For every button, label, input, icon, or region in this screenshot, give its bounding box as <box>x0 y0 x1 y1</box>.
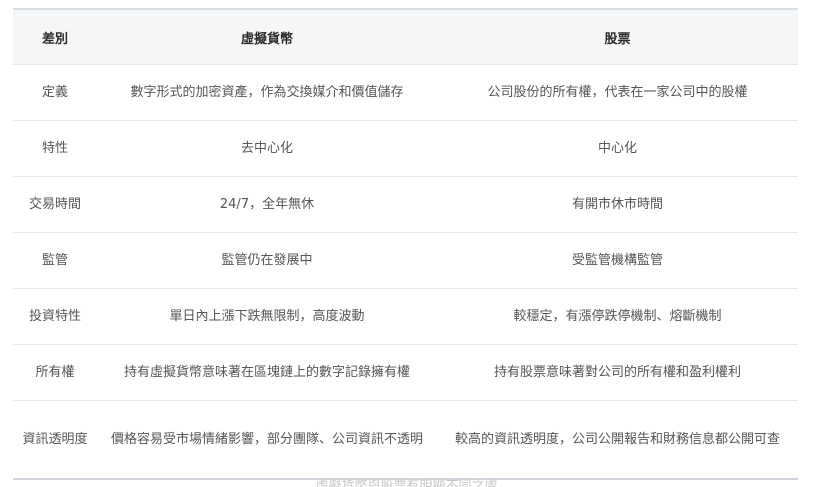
crypto-cell: 數字形式的加密資產，作為交換媒介和價值儲存 <box>97 64 437 121</box>
row-label: 投資特性 <box>13 288 97 345</box>
row-label: 交易時間 <box>13 176 97 233</box>
row-label: 資訊透明度 <box>13 400 97 480</box>
row-label: 定義 <box>13 64 97 121</box>
crypto-cell: 監管仍在發展中 <box>97 232 437 289</box>
header-crypto: 虛擬貨幣 <box>97 8 437 65</box>
table-row: 定義 數字形式的加密資產，作為交換媒介和價值儲存 公司股份的所有權，代表在一家公… <box>13 64 798 121</box>
stock-cell: 中心化 <box>437 120 798 177</box>
row-label: 監管 <box>13 232 97 289</box>
stock-cell: 有開市休市時間 <box>437 176 798 233</box>
table-caption: 虛擬貨幣與股票有明顯不同之處 <box>315 479 498 487</box>
table-row: 投資特性 單日內上漲下跌無限制，高度波動 較穩定，有漲停跌停機制、熔斷機制 <box>13 288 798 345</box>
crypto-cell: 單日內上漲下跌無限制，高度波動 <box>97 288 437 345</box>
comparison-table-container: 差別 虛擬貨幣 股票 定義 數字形式的加密資產，作為交換媒介和價值儲存 公司股份… <box>13 8 798 480</box>
crypto-cell: 去中心化 <box>97 120 437 177</box>
table-row: 監管 監管仍在發展中 受監管機構監管 <box>13 232 798 289</box>
table-header-row: 差別 虛擬貨幣 股票 <box>13 8 798 65</box>
crypto-cell: 價格容易受市場情緒影響，部分團隊、公司資訊不透明 <box>97 400 437 480</box>
table-row: 特性 去中心化 中心化 <box>13 120 798 177</box>
header-difference: 差別 <box>13 8 97 65</box>
stock-cell: 較高的資訊透明度，公司公開報告和財務信息都公開可查 <box>437 400 798 480</box>
stock-cell: 較穩定，有漲停跌停機制、熔斷機制 <box>437 288 798 345</box>
table-row: 所有權 持有虛擬貨幣意味著在區塊鏈上的數字記錄擁有權 持有股票意味著對公司的所有… <box>13 344 798 401</box>
crypto-cell: 持有虛擬貨幣意味著在區塊鏈上的數字記錄擁有權 <box>97 344 437 401</box>
comparison-table: 差別 虛擬貨幣 股票 定義 數字形式的加密資產，作為交換媒介和價值儲存 公司股份… <box>13 8 798 480</box>
crypto-cell: 24/7，全年無休 <box>97 176 437 233</box>
table-row: 資訊透明度 價格容易受市場情緒影響，部分團隊、公司資訊不透明 較高的資訊透明度，… <box>13 400 798 480</box>
stock-cell: 持有股票意味著對公司的所有權和盈利權利 <box>437 344 798 401</box>
row-label: 所有權 <box>13 344 97 401</box>
stock-cell: 受監管機構監管 <box>437 232 798 289</box>
table-row: 交易時間 24/7，全年無休 有開市休市時間 <box>13 176 798 233</box>
stock-cell: 公司股份的所有權，代表在一家公司中的股權 <box>437 64 798 121</box>
row-label: 特性 <box>13 120 97 177</box>
header-stocks: 股票 <box>437 8 798 65</box>
